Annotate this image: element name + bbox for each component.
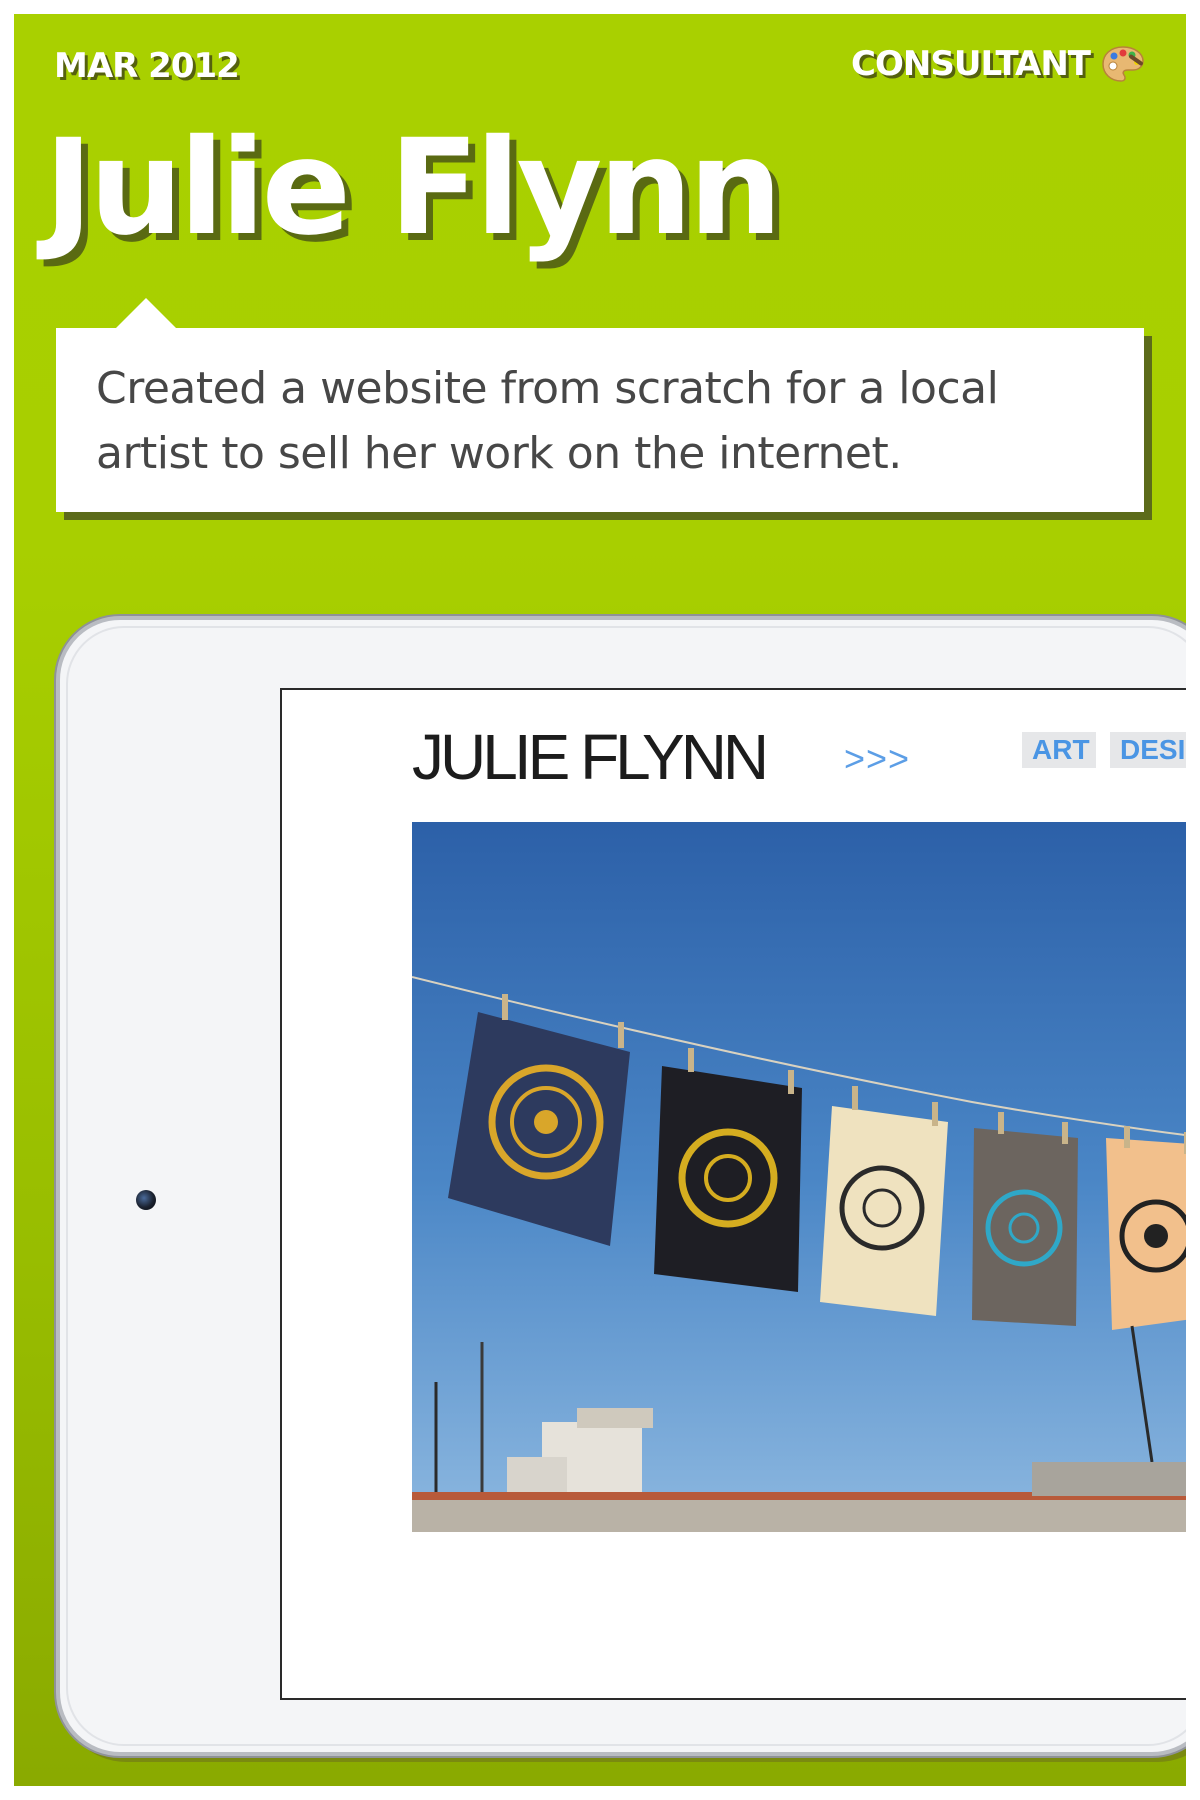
print-5: [1106, 1138, 1186, 1330]
artist-palette-icon: [1102, 46, 1144, 82]
project-card: MAR 2012 CONSULTANT Julie Flynn Created …: [14, 14, 1186, 1786]
website-title[interactable]: JULIE FLYNN: [412, 720, 769, 794]
client-name: Julie Flynn: [44, 111, 782, 265]
callout-pointer: [116, 298, 176, 328]
nav-tab-design[interactable]: DESIGN: [1110, 732, 1186, 768]
hero-photo: [412, 822, 1186, 1532]
description-callout: Created a website from scratch for a loc…: [56, 298, 1144, 512]
print-4: [972, 1128, 1078, 1326]
tablet-device: JULIE FLYNN >>> ART DESIGN: [56, 616, 1186, 1756]
print-2: [654, 1066, 802, 1292]
nav-tab-art[interactable]: ART: [1022, 732, 1096, 768]
camera-icon: [136, 1190, 156, 1210]
print-3: [820, 1106, 948, 1316]
role-badge: CONSULTANT: [851, 44, 1146, 84]
project-date: MAR 2012: [54, 46, 240, 86]
arrows-icon: >>>: [844, 738, 911, 779]
tablet-screen: JULIE FLYNN >>> ART DESIGN: [280, 688, 1186, 1700]
hero-image: [412, 822, 1186, 1532]
role-label: CONSULTANT: [851, 44, 1091, 84]
project-description: Created a website from scratch for a loc…: [96, 363, 999, 479]
